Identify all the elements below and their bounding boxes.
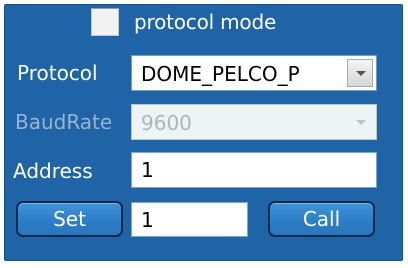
protocol-select[interactable]: DOME_PELCO_P [131,55,377,91]
baudrate-select[interactable]: 9600 [131,104,377,140]
protocol-mode-label: protocol mode [134,10,277,34]
address-label: Address [13,159,93,183]
ptz-settings-panel: protocol mode Protocol DOME_PELCO_P Baud… [0,0,408,268]
protocol-mode-checkbox[interactable] [91,8,119,36]
address-input[interactable]: 1 [131,152,377,188]
chevron-down-icon [356,120,366,125]
set-preset-button[interactable]: Set [16,201,123,237]
preset-number-input[interactable]: 1 [131,202,248,237]
baudrate-select-value: 9600 [141,111,192,135]
protocol-dropdown-button[interactable] [347,59,373,87]
protocol-select-value: DOME_PELCO_P [141,62,300,86]
baudrate-dropdown-button[interactable] [347,108,373,136]
chevron-down-icon [356,71,366,76]
baudrate-label: BaudRate [15,110,113,134]
call-preset-button[interactable]: Call [268,201,375,237]
protocol-label: Protocol [17,61,98,85]
